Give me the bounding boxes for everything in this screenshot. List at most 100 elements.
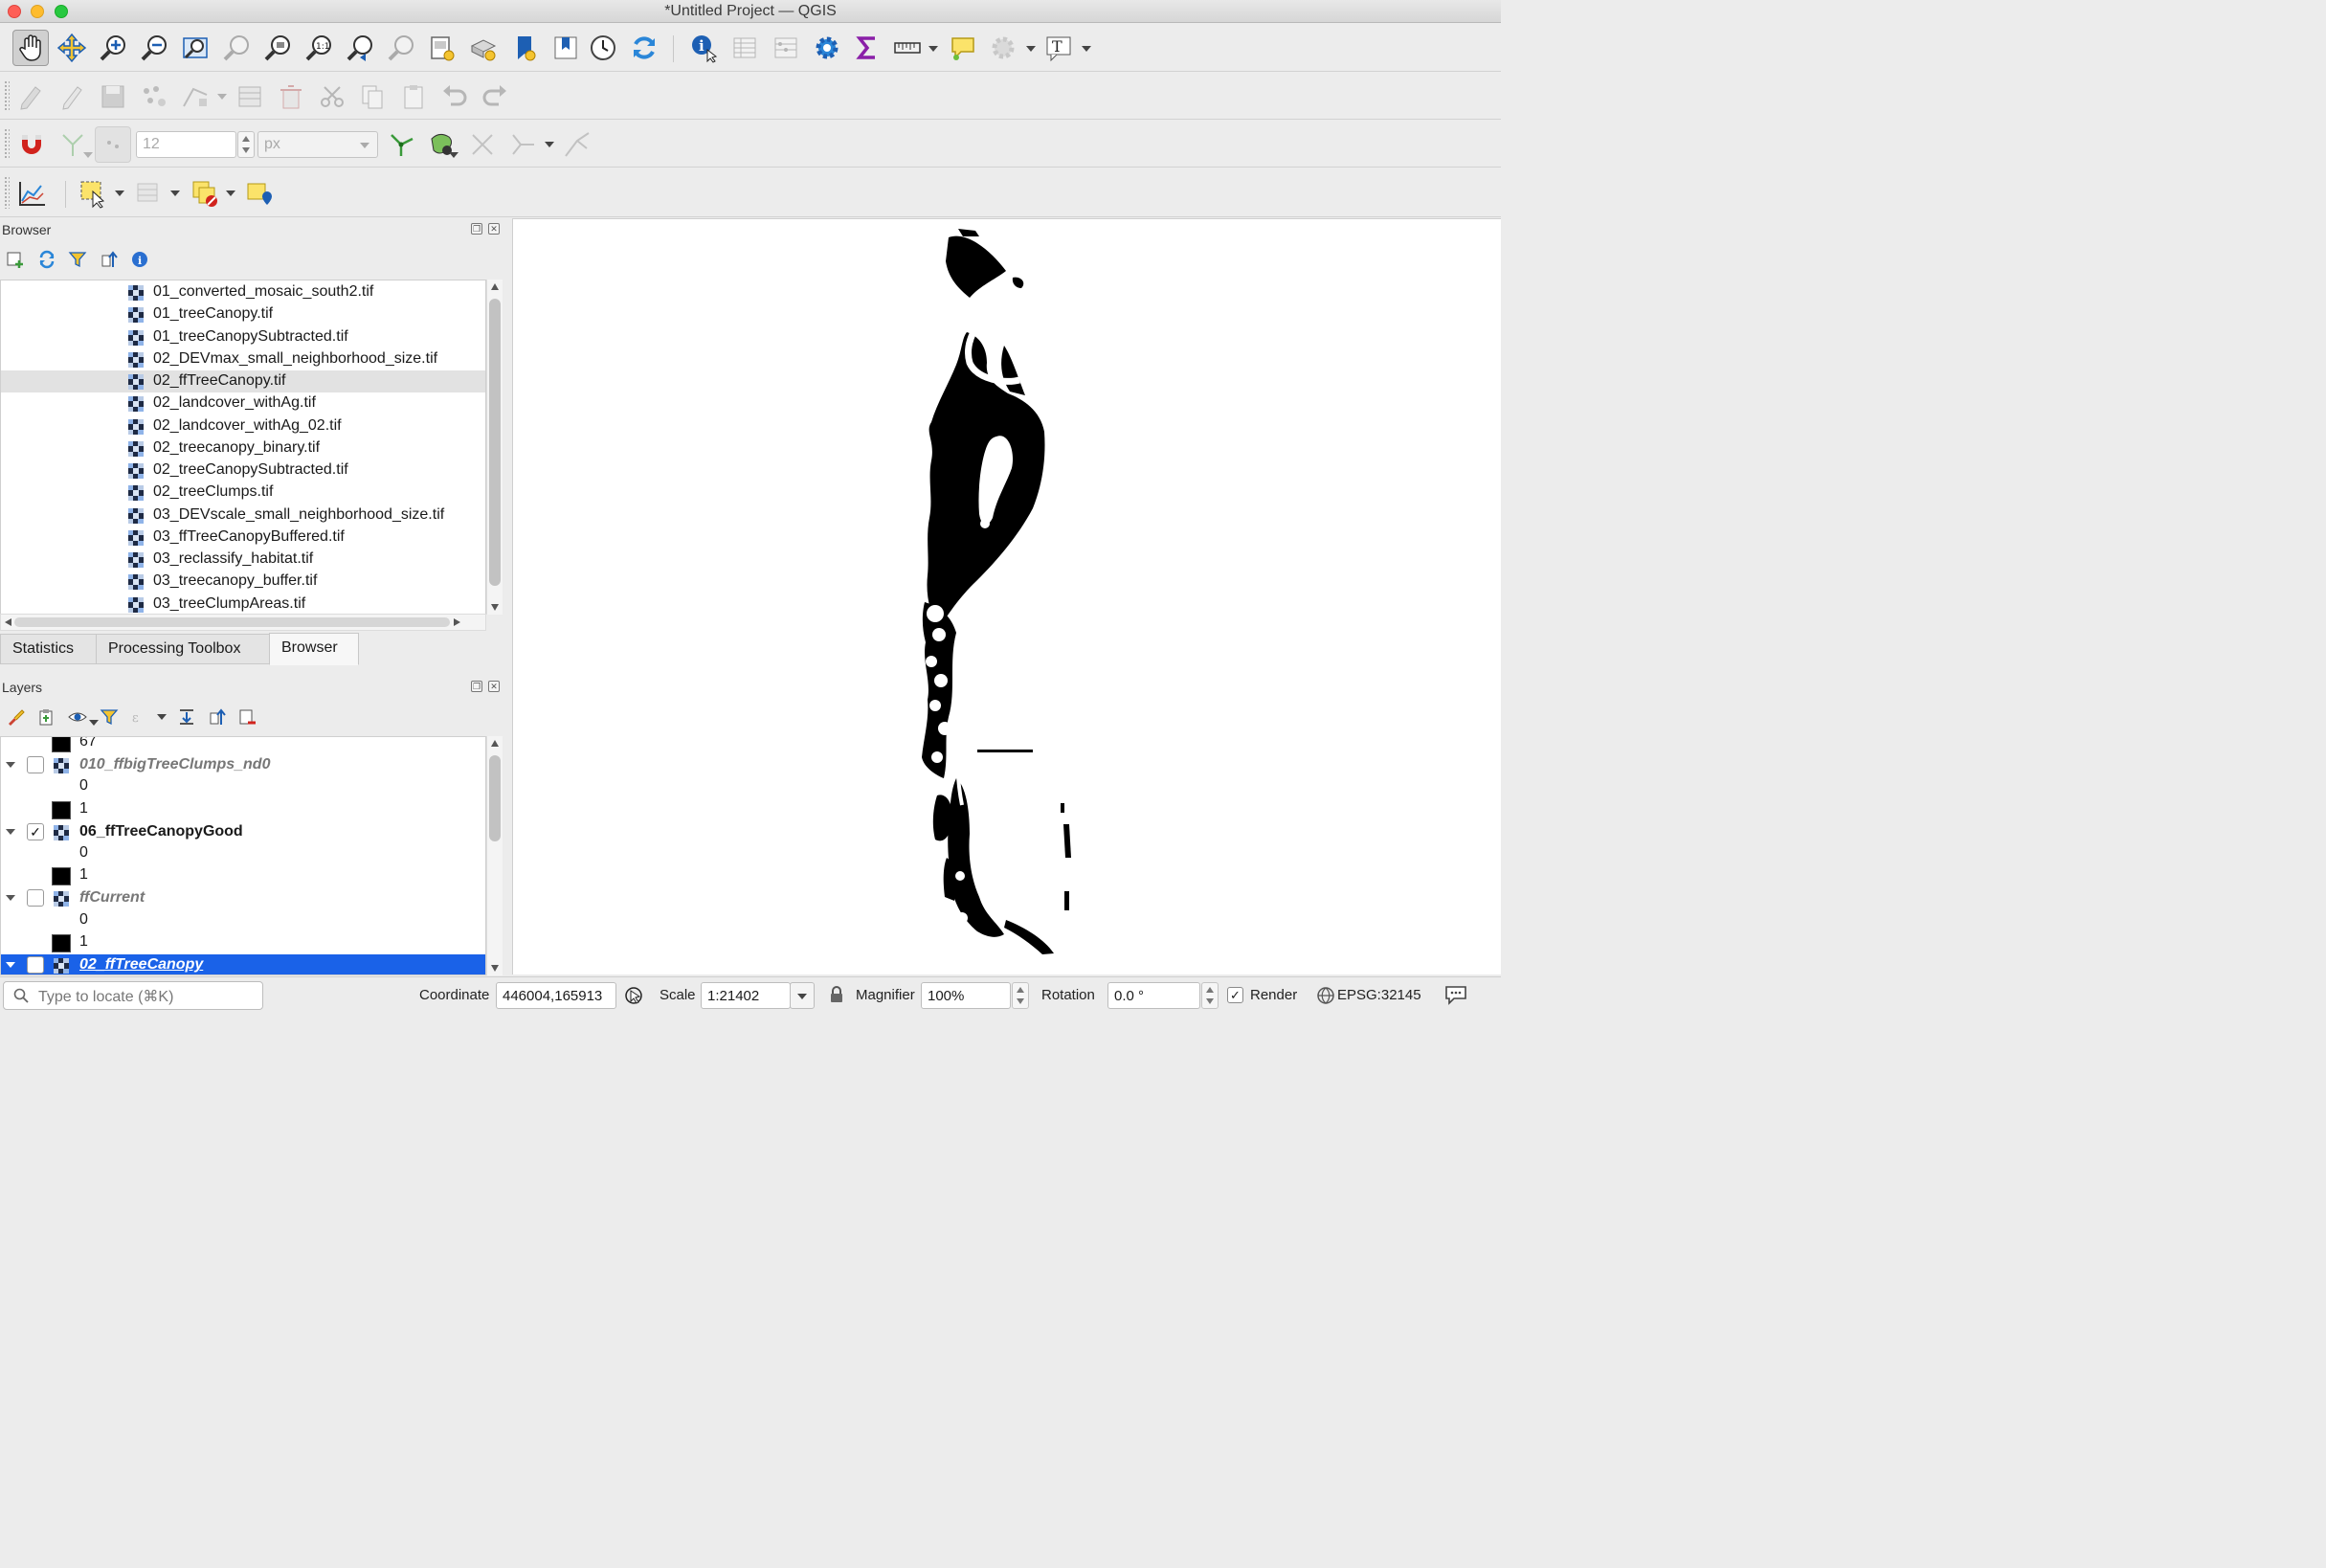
map-tips-button[interactable]: [945, 30, 981, 66]
select-features-dropdown[interactable]: [114, 188, 125, 199]
snapping-layers-dropdown[interactable]: [82, 149, 94, 161]
toggle-extents-button[interactable]: [623, 985, 644, 1006]
tracing-button[interactable]: [504, 126, 541, 163]
toolbar-grip[interactable]: [4, 176, 10, 209]
collapse-all-button[interactable]: [99, 249, 120, 270]
layer-item[interactable]: ffCurrent: [1, 887, 485, 909]
zoom-full-button[interactable]: [177, 30, 213, 66]
magnifier-field[interactable]: 100%: [921, 982, 1011, 1009]
advanced-digitizing-button[interactable]: [559, 126, 595, 163]
actions-dropdown[interactable]: [1025, 43, 1037, 55]
paste-features-button[interactable]: [395, 78, 432, 115]
crs-globe-icon-wrap[interactable]: [1316, 986, 1335, 1005]
show-bookmarks-button[interactable]: [548, 30, 584, 66]
select-features-button[interactable]: [75, 175, 111, 212]
copy-features-button[interactable]: [354, 78, 391, 115]
current-edits-button[interactable]: [13, 78, 50, 115]
collapse-all-button[interactable]: [207, 706, 228, 728]
layer-item[interactable]: ✓ 06_ffTreeCanopyGood: [1, 821, 485, 843]
layer-visibility-checkbox[interactable]: [27, 956, 44, 974]
browser-item[interactable]: 02_DEVmax_small_neighborhood_size.tif: [1, 348, 485, 370]
zoom-native-resolution-button[interactable]: 1:1: [301, 30, 337, 66]
scrollbar-thumb[interactable]: [14, 617, 450, 627]
new-map-view-button[interactable]: [424, 30, 460, 66]
field-calculator-button[interactable]: [768, 30, 804, 66]
intersection-dropdown[interactable]: [448, 149, 459, 161]
modify-attributes-button[interactable]: [232, 78, 268, 115]
new-3d-map-view-button[interactable]: [465, 30, 502, 66]
save-edits-button[interactable]: [95, 78, 131, 115]
layer-visibility-checkbox[interactable]: ✓: [27, 822, 44, 840]
refresh-button[interactable]: [626, 30, 662, 66]
select-by-location-button[interactable]: [241, 175, 278, 212]
browser-filter-button[interactable]: [67, 249, 88, 270]
layer-styling-button[interactable]: [5, 706, 26, 728]
close-panel-button[interactable]: ✕: [488, 681, 500, 692]
browser-item[interactable]: 03_treecanopy_buffer.tif: [1, 571, 485, 593]
scale-field[interactable]: 1:21402: [701, 982, 791, 1009]
processing-toolbox-button[interactable]: [809, 30, 845, 66]
messages-button[interactable]: [1444, 984, 1467, 1005]
zoom-to-selection-button[interactable]: [218, 30, 255, 66]
self-snapping-button[interactable]: [464, 126, 501, 163]
add-selected-layers-button[interactable]: [5, 249, 26, 270]
temporal-controller-button[interactable]: [585, 30, 621, 66]
browser-horizontal-scrollbar[interactable]: [0, 614, 486, 631]
select-value-dropdown[interactable]: [169, 188, 181, 199]
filter-by-expression-button[interactable]: ε: [129, 706, 150, 728]
identify-features-button[interactable]: i: [685, 30, 722, 66]
delete-selected-button[interactable]: [273, 78, 309, 115]
browser-item[interactable]: 02_treeCanopySubtracted.tif: [1, 459, 485, 482]
browser-item[interactable]: 03_reclassify_habitat.tif: [1, 549, 485, 571]
deselect-all-button[interactable]: [187, 175, 223, 212]
scrollbar-thumb[interactable]: [489, 755, 501, 841]
zoom-out-button[interactable]: [136, 30, 172, 66]
tab-statistics[interactable]: Statistics: [0, 634, 97, 664]
rotation-field[interactable]: 0.0 °: [1107, 982, 1200, 1009]
select-by-value-button[interactable]: [130, 175, 167, 212]
tab-browser[interactable]: Browser: [269, 633, 359, 665]
redo-button[interactable]: [477, 78, 513, 115]
vertex-tool-button[interactable]: [177, 78, 213, 115]
undo-button[interactable]: [436, 78, 473, 115]
open-attribute-table-button[interactable]: [727, 30, 763, 66]
expression-dropdown[interactable]: [156, 711, 168, 723]
browser-item[interactable]: 02_ffTreeCanopy.tif: [1, 370, 485, 392]
vertex-tool-dropdown[interactable]: [216, 91, 228, 102]
filter-legend-button[interactable]: [99, 706, 120, 728]
expand-all-button[interactable]: [176, 706, 197, 728]
cut-features-button[interactable]: [314, 78, 350, 115]
layers-vertical-scrollbar[interactable]: [486, 736, 503, 975]
crs-label[interactable]: EPSG:32145: [1337, 987, 1421, 1003]
browser-item[interactable]: 01_treeCanopySubtracted.tif: [1, 326, 485, 348]
expand-chevron-icon[interactable]: [6, 895, 15, 902]
zoom-to-layer-button[interactable]: [259, 30, 296, 66]
tab-processing-toolbox[interactable]: Processing Toolbox: [96, 634, 270, 664]
snapping-tolerance-spinner[interactable]: [237, 131, 255, 158]
undock-panel-button[interactable]: ❐: [471, 681, 482, 692]
browser-vertical-scrollbar[interactable]: [486, 280, 503, 615]
statistical-summary-button[interactable]: [849, 30, 885, 66]
browser-item[interactable]: 02_landcover_withAg.tif: [1, 392, 485, 414]
browser-refresh-button[interactable]: [36, 249, 57, 270]
browser-item[interactable]: 01_converted_mosaic_south2.tif: [1, 281, 485, 303]
browser-item[interactable]: 02_treeClumps.tif: [1, 482, 485, 504]
expand-chevron-icon[interactable]: [6, 962, 15, 968]
zoom-in-button[interactable]: [95, 30, 131, 66]
enable-snapping-button[interactable]: [13, 126, 50, 163]
layer-visibility-checkbox[interactable]: [27, 756, 44, 774]
measure-line-button[interactable]: [889, 30, 926, 66]
profile-tool-button[interactable]: [13, 175, 50, 212]
lock-scale-button[interactable]: [829, 986, 844, 1003]
browser-item[interactable]: 02_landcover_withAg_02.tif: [1, 415, 485, 437]
manage-visibility-button[interactable]: [67, 706, 88, 728]
map-canvas[interactable]: [512, 218, 1501, 974]
deselect-dropdown[interactable]: [225, 188, 236, 199]
browser-item[interactable]: 03_DEVscale_small_neighborhood_size.tif: [1, 504, 485, 526]
pan-to-selection-button[interactable]: [54, 30, 90, 66]
render-checkbox[interactable]: ✓: [1227, 987, 1243, 1003]
browser-item[interactable]: 01_treeCanopy.tif: [1, 303, 485, 325]
snapping-tolerance-input[interactable]: 12: [136, 131, 236, 158]
measure-dropdown[interactable]: [928, 43, 939, 55]
scrollbar-thumb[interactable]: [489, 299, 501, 586]
